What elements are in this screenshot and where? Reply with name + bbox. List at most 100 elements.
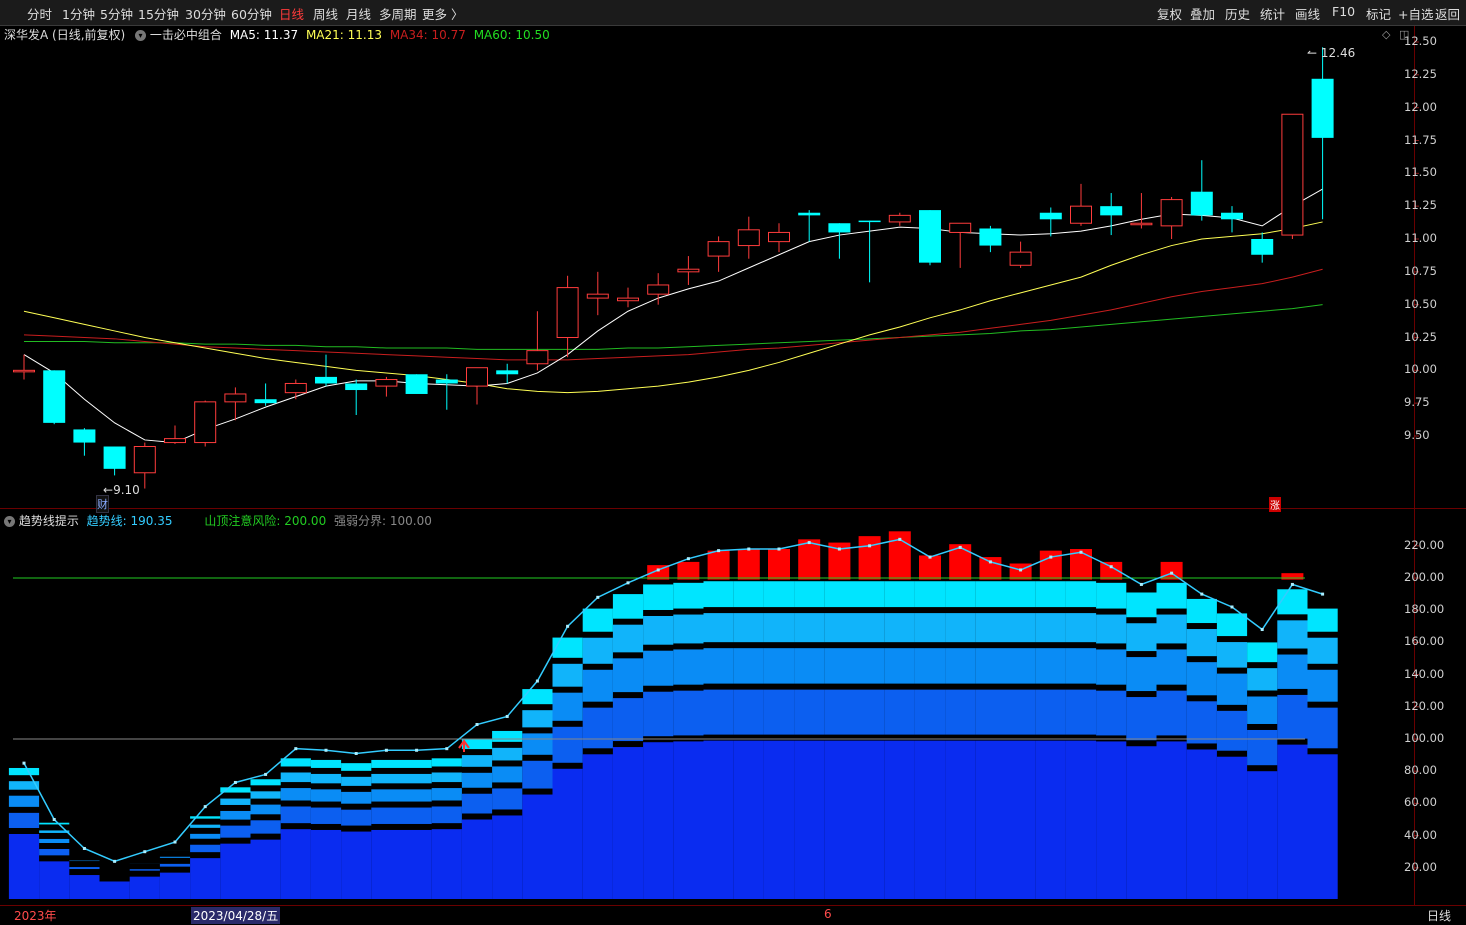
trend-layer-bar bbox=[250, 779, 281, 786]
candle-body bbox=[858, 220, 881, 223]
price-tick-label: 11.75 bbox=[1404, 132, 1437, 147]
trend-point bbox=[233, 780, 237, 784]
trend-layer-bar bbox=[854, 648, 885, 684]
trend-layer-bar bbox=[1096, 614, 1127, 644]
trend-layer-bar bbox=[1096, 690, 1127, 736]
trend-layer-bar bbox=[461, 819, 493, 899]
trend-layer-bar bbox=[1156, 649, 1187, 685]
trend-layer-bar bbox=[371, 807, 402, 824]
candle-body bbox=[1281, 113, 1304, 236]
trend-layer-bar bbox=[914, 648, 946, 684]
trend-layer-bar bbox=[673, 690, 704, 736]
trend-layer-bar bbox=[643, 742, 674, 899]
trend-layer-bar bbox=[824, 648, 855, 684]
trend-layer-bar bbox=[401, 773, 432, 784]
ma5-line bbox=[23, 188, 1323, 444]
trend-layer-bar bbox=[975, 613, 1006, 643]
trend-layer-bar bbox=[1216, 673, 1248, 705]
trend-point bbox=[354, 751, 358, 755]
price-tick-label: 12.50 bbox=[1404, 34, 1437, 48]
risk-bar bbox=[858, 536, 881, 580]
trend-layer-bar bbox=[794, 613, 825, 643]
trend-layer-bar bbox=[763, 613, 795, 643]
trend-layer-bar bbox=[824, 740, 855, 899]
candle-body bbox=[647, 284, 670, 295]
trend-layer-bar bbox=[39, 830, 70, 833]
trend-layer-bar bbox=[1216, 710, 1248, 751]
trend-layer-bar bbox=[341, 809, 372, 826]
trend-layer-bar bbox=[522, 760, 553, 789]
trend-layer-bar bbox=[99, 881, 130, 899]
trend-layer-bar bbox=[461, 755, 493, 767]
trend-layer-bar bbox=[643, 650, 674, 686]
trend-layer-bar bbox=[914, 740, 946, 899]
chart-canvas[interactable] bbox=[0, 0, 1466, 925]
indicator-tick-label: 220.00 bbox=[1404, 537, 1445, 552]
trend-layer-bar bbox=[280, 788, 311, 801]
indicator-tick-label: 120.00 bbox=[1404, 698, 1445, 713]
candle-body bbox=[617, 297, 639, 302]
candle-body bbox=[1160, 199, 1183, 227]
trend-point bbox=[1139, 582, 1143, 586]
trend-point bbox=[82, 846, 86, 850]
trend-layer-bar bbox=[763, 740, 795, 899]
trend-layer-bar bbox=[884, 613, 915, 643]
trend-point bbox=[958, 545, 962, 549]
candle-body bbox=[919, 210, 941, 263]
price-tick-label: 11.25 bbox=[1404, 198, 1437, 213]
trend-layer-bar bbox=[1307, 608, 1338, 632]
trend-point bbox=[22, 761, 26, 765]
trend-layer-bar bbox=[1005, 740, 1036, 899]
risk-bar bbox=[1039, 550, 1062, 580]
trend-layer-bar bbox=[1216, 642, 1248, 668]
trend-layer-bar bbox=[371, 773, 402, 784]
candle-body bbox=[1251, 239, 1274, 255]
trend-layer-bar bbox=[914, 689, 946, 735]
trend-layer-bar bbox=[1035, 581, 1066, 608]
candle-body bbox=[405, 374, 428, 394]
indicator-tick-label: 140.00 bbox=[1404, 666, 1445, 681]
trend-layer-bar bbox=[8, 812, 40, 828]
trend-layer-bar bbox=[220, 798, 251, 805]
year-label: 2023年 bbox=[14, 909, 57, 923]
trend-point bbox=[777, 547, 781, 551]
trend-layer-bar bbox=[1065, 581, 1097, 608]
trend-layer-bar bbox=[1065, 689, 1097, 735]
cursor-date-label: 2023/04/28/五 bbox=[191, 907, 281, 924]
candle-body bbox=[133, 446, 156, 474]
trend-layer-bar bbox=[1005, 613, 1036, 643]
trend-layer-bar bbox=[582, 754, 613, 899]
trend-layer-bar bbox=[854, 689, 885, 735]
zhang-badge[interactable]: 涨 bbox=[1269, 497, 1281, 512]
trend-layer-bar bbox=[612, 747, 644, 899]
candle-body bbox=[586, 293, 609, 299]
trend-point bbox=[113, 859, 117, 863]
trend-layer-bar bbox=[8, 795, 40, 807]
candle-body bbox=[828, 223, 851, 233]
candle-body bbox=[194, 401, 217, 444]
cai-badge[interactable]: 财 bbox=[96, 495, 109, 513]
trend-layer-bar bbox=[1277, 620, 1308, 649]
trend-layer-bar bbox=[1096, 649, 1127, 685]
trend-layer-bar bbox=[190, 844, 221, 853]
trend-layer-bar bbox=[1186, 629, 1217, 657]
trend-layer-bar bbox=[1156, 614, 1187, 644]
trend-point bbox=[445, 747, 449, 751]
candle-body bbox=[284, 382, 307, 394]
trend-layer-bar bbox=[794, 581, 825, 608]
trend-layer-bar bbox=[69, 875, 100, 899]
trend-layer-bar bbox=[492, 766, 523, 783]
trend-layer-bar bbox=[159, 872, 191, 899]
candle-body bbox=[1070, 205, 1092, 224]
trend-point bbox=[1019, 568, 1023, 572]
trend-layer-bar bbox=[341, 763, 372, 771]
trend-layer-bar bbox=[733, 581, 764, 608]
trend-layer-bar bbox=[552, 726, 583, 763]
trend-layer-bar bbox=[190, 833, 221, 839]
trend-layer-bar bbox=[1247, 696, 1278, 724]
trend-layer-bar bbox=[612, 658, 644, 693]
trend-point bbox=[1321, 592, 1325, 596]
candle-body bbox=[979, 228, 1002, 246]
trend-layer-bar bbox=[1307, 707, 1338, 749]
trend-layer-bar bbox=[190, 824, 221, 828]
